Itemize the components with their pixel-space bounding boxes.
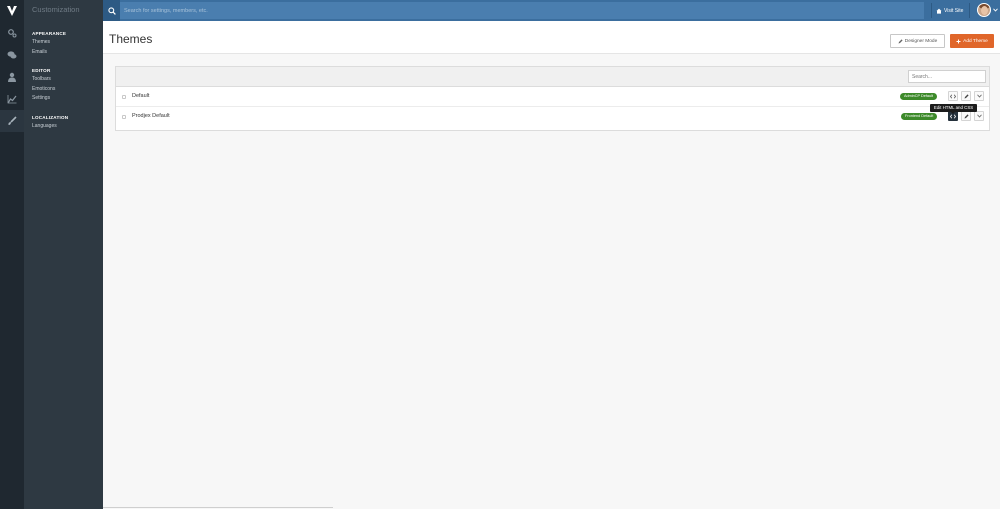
sidebar-item-toolbars[interactable]: Toolbars [32, 75, 103, 85]
code-icon [950, 114, 956, 118]
top-bar: Visit Site [103, 0, 1000, 21]
visit-site-label: Visit Site [944, 7, 964, 14]
drag-handle-icon[interactable] [122, 115, 126, 119]
icon-rail [0, 0, 24, 509]
drag-handle-icon[interactable] [122, 95, 126, 99]
comments-icon [7, 51, 17, 59]
pencil-icon [964, 113, 969, 118]
sidebar-title: Customization [32, 5, 80, 14]
chevron-down-icon [976, 94, 982, 98]
user-icon [8, 72, 16, 82]
chevron-down-icon[interactable] [993, 8, 998, 12]
plus-icon [956, 39, 961, 43]
designer-mode-button[interactable]: Designer Mode [890, 34, 945, 48]
sidebar-section-appearance: APPEARANCE Themes Emails [24, 30, 103, 57]
sidebar-heading: LOCALIZATION [32, 114, 69, 120]
sidebar-heading: APPEARANCE [32, 31, 67, 36]
sidebar-item-languages[interactable]: Languages [32, 122, 103, 132]
sidebar-section-localization: LOCALIZATION Languages [24, 114, 103, 132]
divider [969, 3, 970, 18]
avatar[interactable] [977, 3, 991, 17]
themes-panel: Default AdminCP Default Prodjex Default … [115, 66, 990, 131]
add-theme-button[interactable]: Add Theme [950, 34, 994, 48]
page-title: Themes [109, 32, 153, 46]
app-logo[interactable] [0, 0, 24, 22]
home-icon [936, 8, 942, 14]
table-row: Prodjex Default Frontend Default [116, 107, 989, 127]
table-row: Default AdminCP Default [116, 87, 989, 107]
pencil-icon [898, 38, 903, 43]
tooltip: Edit HTML and CSS [930, 104, 977, 114]
divider [103, 507, 333, 508]
rail-item-comments[interactable] [0, 44, 24, 66]
add-theme-label: Add Theme [963, 38, 988, 44]
search-icon [107, 6, 116, 15]
sidebar-item-themes[interactable]: Themes [32, 38, 103, 48]
search-button[interactable] [103, 0, 120, 21]
rail-item-customization[interactable] [0, 110, 24, 132]
chart-line-icon [7, 95, 17, 104]
gears-icon [8, 29, 17, 38]
paintbrush-icon [8, 116, 17, 125]
divider [931, 3, 932, 18]
theme-search-input[interactable] [908, 70, 986, 83]
tooltip-text: Edit HTML and CSS [933, 105, 974, 110]
sidebar-section-editor: EDITOR Toolbars Emoticons Settings [24, 67, 103, 104]
filter-bar [116, 67, 989, 87]
sidebar-heading: EDITOR [32, 68, 51, 73]
rail-item-stats[interactable] [0, 88, 24, 110]
edit-theme-button[interactable] [961, 91, 971, 101]
code-icon [950, 94, 956, 98]
designer-mode-label: Designer Mode [904, 38, 938, 44]
visit-site-link[interactable]: Visit Site [936, 0, 963, 21]
sidebar-item-emoticons[interactable]: Emoticons [32, 85, 103, 95]
rail-item-users[interactable] [0, 66, 24, 88]
edit-theme-button[interactable] [961, 111, 971, 121]
global-search-input[interactable] [120, 2, 924, 19]
tooltip-arrow [951, 112, 955, 114]
logo-icon [7, 6, 17, 16]
sidebar: Customization APPEARANCE Themes Emails E… [24, 0, 103, 509]
theme-name[interactable]: Default [132, 93, 149, 99]
theme-options-dropdown[interactable] [974, 111, 984, 121]
chevron-down-icon [976, 114, 982, 118]
edit-html-css-button[interactable] [948, 91, 958, 101]
status-badge: AdminCP Default [900, 93, 938, 100]
sidebar-item-settings[interactable]: Settings [32, 94, 103, 104]
theme-name[interactable]: Prodjex Default [132, 113, 170, 119]
theme-options-dropdown[interactable] [974, 91, 984, 101]
sidebar-item-emails[interactable]: Emails [32, 48, 103, 58]
avatar-face [981, 6, 988, 15]
page-header: Themes Designer Mode Add Theme [103, 21, 1000, 54]
rail-item-settings[interactable] [0, 22, 24, 44]
pencil-icon [964, 93, 969, 98]
status-badge: Frontend Default [901, 113, 938, 120]
